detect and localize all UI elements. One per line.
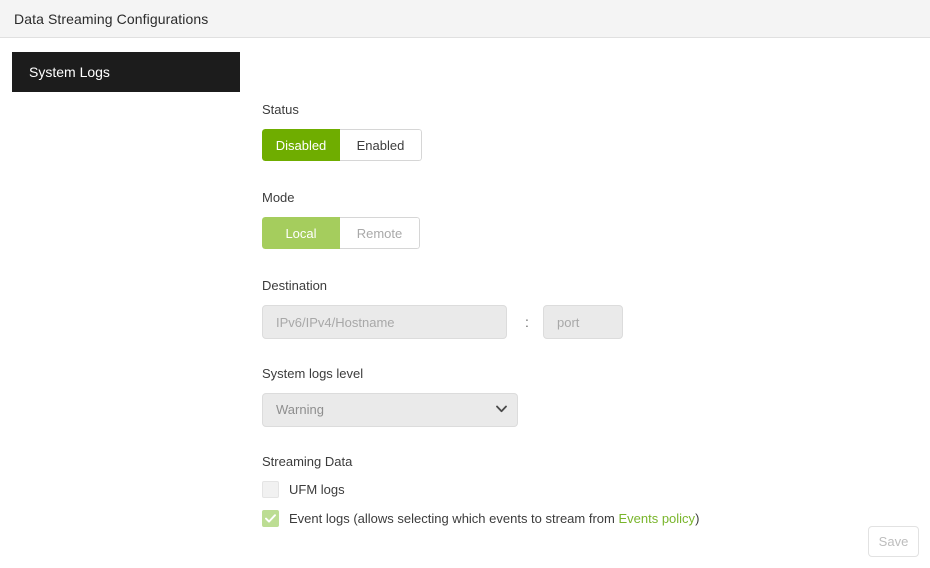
content-area: System Logs Status Disabled Enabled Mode… <box>0 39 930 568</box>
status-toggle-group[interactable]: Disabled Enabled <box>262 129 422 161</box>
status-label: Status <box>262 102 299 117</box>
destination-label: Destination <box>262 278 327 293</box>
mode-remote-button[interactable]: Remote <box>340 217 420 249</box>
checkbox-event-logs-label: Event logs (allows selecting which event… <box>289 511 699 526</box>
destination-separator: : <box>521 305 533 339</box>
page-header: Data Streaming Configurations <box>0 0 930 38</box>
form-panel: Status Disabled Enabled Mode Local Remot… <box>250 39 930 568</box>
mode-local-button[interactable]: Local <box>262 217 340 249</box>
system-logs-level-select-wrap[interactable]: Warning <box>262 393 518 427</box>
status-disabled-button[interactable]: Disabled <box>262 129 340 161</box>
events-policy-link[interactable]: Events policy <box>618 511 695 526</box>
save-button[interactable]: Save <box>868 526 919 557</box>
checkbox-event-logs[interactable] <box>262 510 279 527</box>
checkmark-icon <box>265 514 276 523</box>
sidebar-item-system-logs[interactable]: System Logs <box>12 52 240 92</box>
system-logs-level-label: System logs level <box>262 366 363 381</box>
streaming-data-label: Streaming Data <box>262 454 352 469</box>
sidebar: System Logs <box>0 39 250 568</box>
sidebar-item-label: System Logs <box>12 64 110 80</box>
destination-host-input[interactable] <box>262 305 507 339</box>
checkbox-ufm-logs-label: UFM logs <box>289 482 345 497</box>
event-logs-text-prefix: Event logs (allows selecting which event… <box>289 511 618 526</box>
mode-toggle-group[interactable]: Local Remote <box>262 217 420 249</box>
event-logs-text-suffix: ) <box>695 511 699 526</box>
destination-port-input[interactable] <box>543 305 623 339</box>
mode-label: Mode <box>262 190 295 205</box>
status-enabled-button[interactable]: Enabled <box>340 129 422 161</box>
checkbox-ufm-logs[interactable] <box>262 481 279 498</box>
checkbox-row-event-logs[interactable]: Event logs (allows selecting which event… <box>262 508 699 528</box>
page-title: Data Streaming Configurations <box>0 11 208 27</box>
system-logs-level-select[interactable]: Warning <box>262 393 518 427</box>
checkbox-row-ufm-logs[interactable]: UFM logs <box>262 479 345 499</box>
